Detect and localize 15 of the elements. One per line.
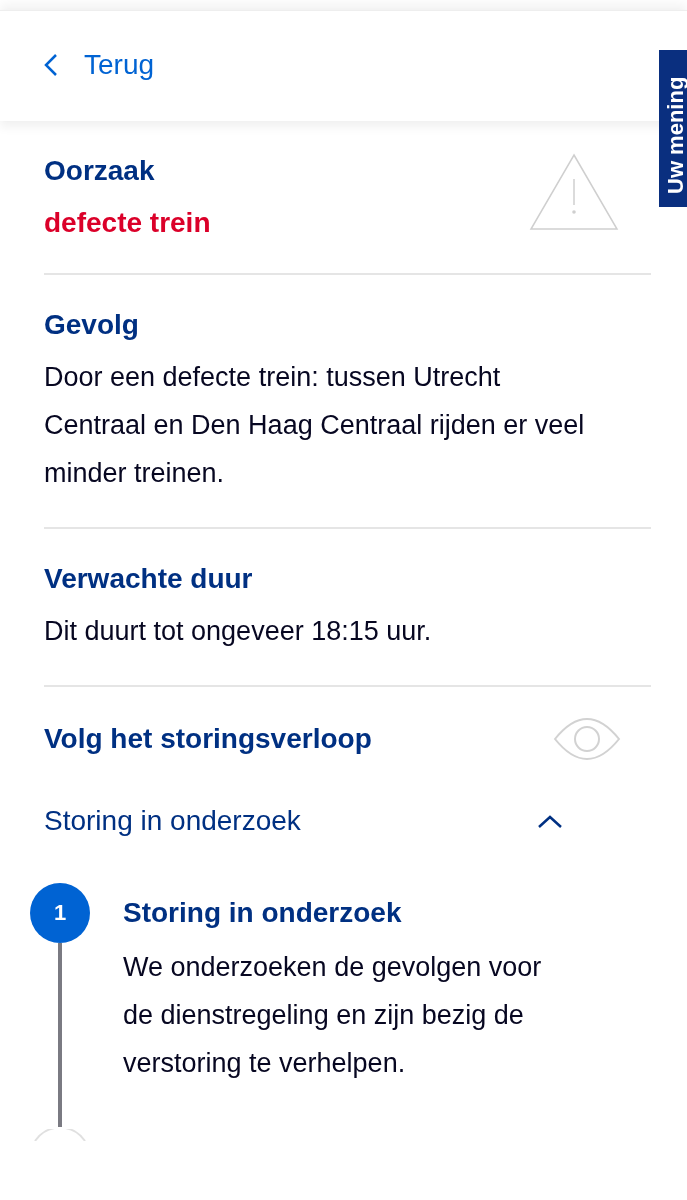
section-title: Verwachte duur [44, 562, 253, 596]
section-title: Gevolg [44, 308, 139, 342]
accordion-header[interactable]: Storing in onderzoek [44, 797, 651, 845]
step-title: Storing in onderzoek [123, 896, 403, 930]
step-text: We onderzoeken de gevolgen voor de dienstregeling en zijn bezig de verstoring te verhelpen. [123, 951, 543, 1080]
back-chevron-icon [44, 53, 58, 77]
section-title: Oorzaak [44, 154, 156, 188]
cause-value: defecte trein [44, 206, 211, 240]
eye-icon[interactable] [553, 717, 621, 761]
warning-icon [529, 153, 619, 231]
step-number: 1 [30, 883, 90, 943]
back-link[interactable]: Terug [44, 49, 155, 81]
section-text: Door een defecte trein: tussen Utrecht Centraal en Den Haag Centraal rijden er veel minder treinen. [44, 361, 586, 490]
section-text: Dit duurt tot ongeveer 18:15 uur. [44, 615, 433, 648]
section-title: Volg het storingsverloop [44, 722, 372, 756]
